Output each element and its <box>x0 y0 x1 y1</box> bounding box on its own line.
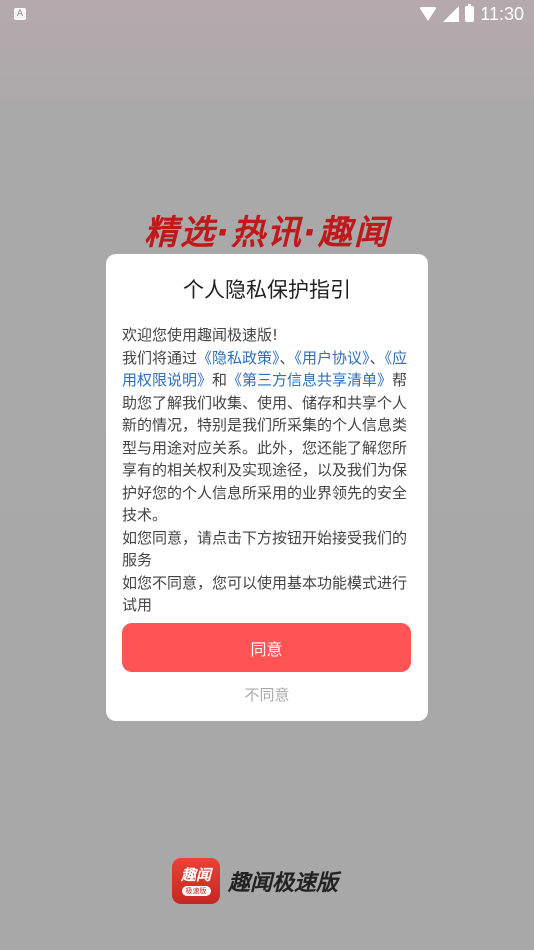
slogan-text: 精选·热讯·趣闻 <box>144 213 390 253</box>
battery-icon <box>465 4 475 22</box>
brand-name: 趣闻极速版 <box>228 871 339 896</box>
and-text: 和 <box>212 371 228 389</box>
disagree-instruction: 如您不同意，您可以使用基本功能模式进行试用 <box>122 573 408 615</box>
status-bar: A 11:30 <box>0 0 534 28</box>
cellular-signal-icon <box>443 6 460 22</box>
status-time: 11:30 <box>480 3 524 24</box>
policy-rest: 帮助您了解我们收集、使用、储存和共享个人新的情况，特别是我们所采集的个人信息类型… <box>122 371 408 524</box>
privacy-dialog: 个人隐私保护指引 欢迎您使用趣闻极速版! 我们将通过《隐私政策》、《用户协议》、… <box>106 254 428 721</box>
agree-button[interactable]: 同意 <box>122 623 411 672</box>
agree-instruction: 如您同意，请点击下方按钮开始接受我们的服务 <box>122 528 408 570</box>
welcome-line: 欢迎您使用趣闻极速版! <box>122 326 279 344</box>
dialog-title: 个人隐私保护指引 <box>183 278 351 302</box>
disagree-button[interactable]: 不同意 <box>106 684 428 705</box>
logo-subtext: 极速版 <box>181 886 211 896</box>
policy-prefix: 我们将通过 <box>122 348 198 367</box>
wifi-icon <box>419 7 438 21</box>
separator: 、 <box>369 348 385 367</box>
notification-icon: A <box>14 8 26 20</box>
privacy-policy-link[interactable]: 《隐私政策》 <box>197 349 280 367</box>
app-logo-icon: 趣闻 极速版 <box>172 858 220 904</box>
separator: 、 <box>279 348 295 367</box>
dialog-body: 欢迎您使用趣闻极速版! 我们将通过《隐私政策》、《用户协议》、《应用权限说明》和… <box>122 324 412 617</box>
brand-footer: 趣闻 极速版 趣闻极速版 <box>172 858 338 904</box>
third-party-list-link[interactable]: 《第三方信息共享清单》 <box>227 371 392 389</box>
user-agreement-link[interactable]: 《用户协议》 <box>295 349 370 367</box>
policy-paragraph: 我们将通过《隐私政策》、《用户协议》、《应用权限说明》和《第三方信息共享清单》帮… <box>122 347 412 527</box>
logo-text: 趣闻 <box>180 866 211 884</box>
